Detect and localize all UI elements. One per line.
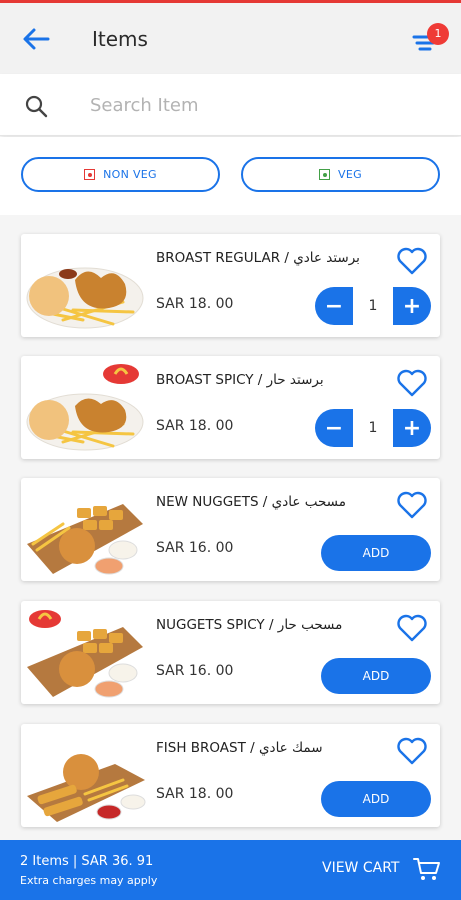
item-price: SAR 18. 00 [156, 786, 234, 802]
decrease-button[interactable]: − [315, 409, 353, 447]
item-name: NUGGETS SPICY / مسحب حار [156, 617, 343, 633]
cart-summary: 2 Items | SAR 36. 91 [20, 854, 154, 869]
item-list: BROAST REGULAR / برستد عادي SAR 18. 00 −… [0, 215, 461, 840]
non-veg-filter-button[interactable]: NON VEG [21, 157, 220, 192]
heart-icon[interactable] [396, 246, 428, 276]
non-veg-mark-icon [84, 169, 96, 180]
item-price: SAR 16. 00 [156, 663, 234, 679]
fish-board-image [27, 754, 146, 822]
increase-button[interactable]: + [393, 287, 431, 325]
veg-mark-icon [319, 169, 331, 180]
heart-icon[interactable] [396, 490, 428, 520]
filter-chips: NON VEG VEG [0, 137, 461, 215]
list-item[interactable]: BROAST REGULAR / برستد عادي SAR 18. 00 −… [21, 234, 440, 337]
heart-icon[interactable] [396, 368, 428, 398]
quantity-value: 1 [353, 409, 393, 447]
app-header: Items 1 [0, 3, 461, 74]
item-name: BROAST SPICY / برستد حار [156, 372, 324, 388]
cart-icon[interactable] [412, 856, 442, 882]
item-name: NEW NUGGETS / مسحب عادي [156, 494, 346, 510]
list-item[interactable]: NEW NUGGETS / مسحب عادي SAR 16. 00 ADD [21, 478, 440, 581]
search-input[interactable] [90, 90, 430, 120]
list-item[interactable]: NUGGETS SPICY / مسحب حار SAR 16. 00 ADD [21, 601, 440, 704]
nuggets-spicy-board-image [27, 610, 143, 698]
broast-spicy-plate-image [26, 364, 144, 451]
cart-bar[interactable]: 2 Items | SAR 36. 91 Extra charges may a… [0, 840, 461, 900]
item-name: FISH BROAST / سمك عادي [156, 740, 323, 756]
extra-charges-note: Extra charges may apply [20, 874, 158, 887]
view-cart-button[interactable]: VIEW CART [322, 860, 399, 876]
increase-button[interactable]: + [393, 409, 431, 447]
broast-plate-image [26, 267, 144, 329]
quantity-value: 1 [353, 287, 393, 325]
heart-icon[interactable] [396, 736, 428, 766]
decrease-button[interactable]: − [315, 287, 353, 325]
non-veg-label: NON VEG [103, 168, 157, 181]
veg-filter-button[interactable]: VEG [241, 157, 440, 192]
item-price: SAR 16. 00 [156, 540, 234, 556]
search-bar [0, 74, 461, 136]
item-name: BROAST REGULAR / برستد عادي [156, 250, 360, 266]
item-price: SAR 18. 00 [156, 418, 234, 434]
heart-icon[interactable] [396, 613, 428, 643]
veg-label: VEG [338, 168, 362, 181]
search-icon [25, 95, 48, 118]
list-item[interactable]: BROAST SPICY / برستد حار SAR 18. 00 − 1 … [21, 356, 440, 459]
add-button[interactable]: ADD [321, 658, 431, 694]
quantity-stepper: − 1 + [315, 409, 431, 447]
add-button[interactable]: ADD [321, 535, 431, 571]
page-title: Items [92, 27, 148, 51]
list-item[interactable]: FISH BROAST / سمك عادي SAR 18. 00 ADD [21, 724, 440, 827]
item-price: SAR 18. 00 [156, 296, 234, 312]
nuggets-board-image [27, 504, 143, 575]
add-button[interactable]: ADD [321, 781, 431, 817]
back-arrow-icon[interactable] [20, 25, 52, 53]
quantity-stepper: − 1 + [315, 287, 431, 325]
filter-count-badge: 1 [427, 23, 449, 45]
